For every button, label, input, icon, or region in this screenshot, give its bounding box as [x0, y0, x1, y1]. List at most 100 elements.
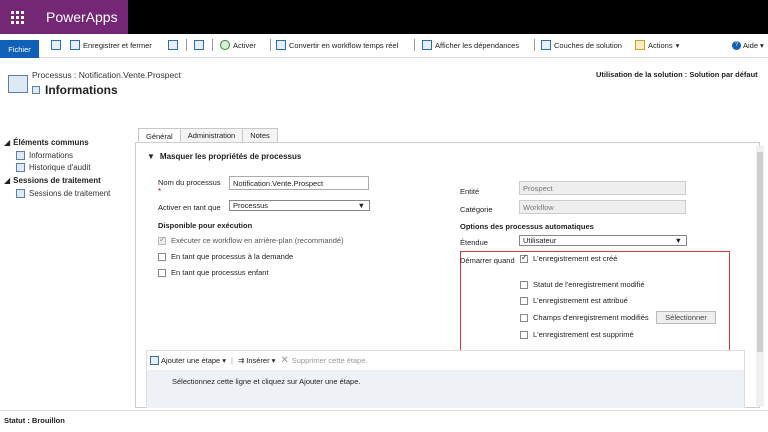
checkbox-icon: [158, 268, 166, 277]
divider: [186, 39, 187, 51]
available-title: Disponible pour exécution: [158, 221, 253, 230]
checkbox-icon: [520, 296, 528, 305]
nav-section-sessions[interactable]: ◢ Sessions de traitement: [4, 175, 130, 185]
delete-x-icon: ✕: [280, 355, 289, 366]
scope-select[interactable]: Utilisateur ▼: [519, 235, 687, 246]
divider: [414, 39, 415, 51]
add-step-button[interactable]: Ajouter une étape ▾: [150, 356, 226, 365]
child-checkbox[interactable]: En tant que processus enfant: [158, 268, 269, 277]
divider: |: [230, 356, 233, 365]
save-close-button[interactable]: Enregistrer et fermer: [70, 38, 152, 52]
file-button[interactable]: Fichier: [0, 40, 39, 58]
chevron-down-icon: ▾: [675, 40, 680, 50]
tab-general[interactable]: Général: [138, 128, 181, 143]
select-fields-button[interactable]: Sélectionner: [656, 311, 716, 324]
app-name: PowerApps: [34, 0, 128, 34]
process-icon: [8, 75, 28, 93]
layers-icon: [541, 40, 551, 50]
fields-changed-checkbox[interactable]: Champs d'enregistrement modifiés: [520, 313, 649, 322]
step-row[interactable]: Sélectionnez cette ligne et cliquez sur …: [147, 371, 744, 408]
checkbox-icon: [520, 280, 528, 289]
scrollbar[interactable]: [756, 146, 764, 406]
actions-button[interactable]: Actions ▾: [635, 38, 679, 52]
workflow-icon: [276, 40, 286, 50]
activate-button[interactable]: Activer: [220, 38, 256, 52]
form-tabs: Général Administration Notes: [138, 128, 278, 143]
created-checkbox[interactable]: L'enregistrement est créé: [520, 253, 617, 263]
divider: [270, 39, 271, 51]
divider: [0, 410, 768, 411]
status-changed-checkbox[interactable]: Statut de l'enregistrement modifié: [520, 280, 645, 289]
convert-button[interactable]: Convertir en workflow temps réel: [276, 38, 398, 52]
process-name-label: Nom du processus *: [158, 178, 221, 196]
solution-usage: Utilisation de la solution : Solution pa…: [596, 70, 758, 79]
breadcrumb: Processus : Notification.Vente.Prospect: [32, 70, 181, 80]
checkbox-icon: [520, 253, 528, 263]
category-label: Catégorie: [460, 205, 493, 214]
dropdown-arrow-icon: ▼: [674, 236, 682, 245]
bg-checkbox[interactable]: Exécuter ce workflow en arrière-plan (re…: [158, 235, 344, 245]
audit-icon: [16, 162, 25, 172]
steps-toolbar: Ajouter une étape ▾ | ⇉ Insérer ▾ ✕ Supprime…: [147, 351, 744, 371]
divider: [534, 39, 535, 51]
dependencies-button[interactable]: Afficher les dépendances: [422, 38, 519, 52]
scrollbar-thumb[interactable]: [757, 152, 763, 352]
chevron-down-icon: ▾: [271, 356, 276, 365]
nav-item-sessions[interactable]: Sessions de traitement: [4, 187, 130, 199]
deleted-checkbox[interactable]: L'enregistrement est supprimé: [520, 330, 634, 339]
steps-editor: Ajouter une étape ▾ | ⇉ Insérer ▾ ✕ Supprime…: [146, 350, 745, 408]
activate-as-label: Activer en tant que: [158, 203, 221, 212]
ondemand-checkbox[interactable]: En tant que processus à la demande: [158, 252, 293, 261]
tab-administration[interactable]: Administration: [179, 128, 244, 142]
collapse-triangle-icon: ▼: [147, 152, 155, 161]
nav-item-info[interactable]: Informations: [4, 149, 130, 161]
save-close-icon: [70, 40, 80, 50]
entity-label: Entité: [460, 187, 480, 196]
attach-button[interactable]: [194, 38, 204, 52]
activate-icon: [220, 40, 230, 50]
checkbox-icon: [158, 235, 166, 245]
nav-section-common[interactable]: ◢ Éléments communs: [4, 137, 130, 147]
assigned-checkbox[interactable]: L'enregistrement est attribué: [520, 296, 628, 305]
delete-step-button[interactable]: ✕ Supprimer cette étape.: [280, 355, 367, 366]
actions-icon: [635, 40, 645, 50]
print-icon: [168, 40, 178, 50]
save-button[interactable]: [51, 38, 61, 52]
checkbox-icon: [158, 252, 166, 261]
checkbox-icon: [520, 313, 528, 322]
entity-field: Prospect: [519, 181, 686, 195]
sessions-icon: [16, 188, 25, 198]
app-launcher-button[interactable]: [0, 0, 34, 34]
page-title: Informations: [32, 83, 118, 97]
scope-label: Étendue: [460, 238, 488, 247]
collapse-triangle-icon: ◢: [4, 175, 11, 185]
waffle-icon: [10, 10, 24, 24]
chevron-down-icon: ▾: [760, 40, 764, 50]
divider: [212, 39, 213, 51]
add-step-icon: [150, 356, 159, 365]
insert-icon: ⇉: [237, 356, 245, 365]
tab-notes[interactable]: Notes: [242, 128, 278, 142]
save-icon: [51, 40, 61, 50]
print-button[interactable]: [168, 38, 178, 52]
nav-item-audit[interactable]: Historique d'audit: [4, 161, 130, 173]
category-field: Workflow: [519, 200, 686, 214]
section-toggle[interactable]: ▼ Masquer les propriétés de processus: [147, 152, 301, 161]
form-icon: [32, 86, 40, 94]
info-icon: [16, 150, 25, 160]
dropdown-arrow-icon: ▼: [357, 201, 365, 210]
auto-options-title: Options des processus automatiques: [460, 222, 594, 231]
paperclip-icon: [194, 40, 204, 50]
left-nav: ◢ Éléments communs Informations Historiqu…: [4, 137, 130, 199]
process-name-field[interactable]: Notification.Vente.Prospect: [229, 176, 369, 190]
checkbox-icon: [520, 330, 528, 339]
status-bar: Statut : Brouillon: [4, 416, 65, 425]
dependencies-icon: [422, 40, 432, 50]
insert-button[interactable]: ⇉ Insérer ▾: [238, 356, 275, 365]
solution-layers-button[interactable]: Couches de solution: [541, 38, 622, 52]
chevron-down-icon: ▾: [222, 356, 226, 365]
activate-as-select[interactable]: Processus ▼: [229, 200, 370, 211]
start-when-label: Démarrer quand: [460, 256, 515, 265]
help-button[interactable]: ? Aide ▾: [732, 38, 764, 52]
collapse-triangle-icon: ◢: [4, 137, 11, 147]
